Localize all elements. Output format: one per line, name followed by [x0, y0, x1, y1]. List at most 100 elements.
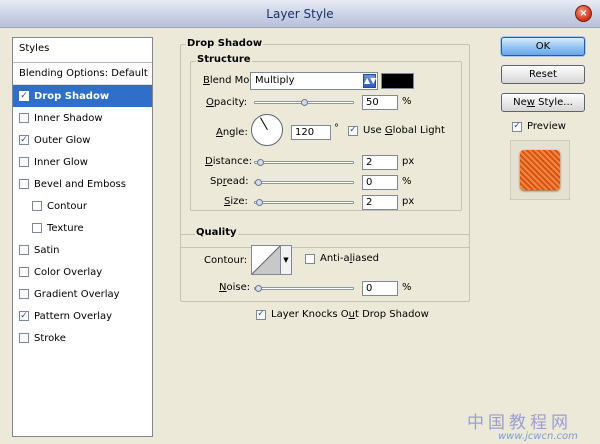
- style-item-label: Outer Glow: [34, 134, 91, 146]
- anti-aliased[interactable]: Anti-aliased: [305, 253, 379, 264]
- preview-swatch: [520, 150, 560, 190]
- style-item-texture[interactable]: Texture: [13, 217, 152, 239]
- style-item-color-overlay[interactable]: Color Overlay: [13, 261, 152, 283]
- distance-input[interactable]: 2: [362, 155, 398, 170]
- styles-header[interactable]: Styles: [13, 38, 152, 63]
- opacity-slider[interactable]: [254, 99, 354, 106]
- quality-title: Quality: [195, 227, 238, 238]
- style-item-outer-glow[interactable]: ✓ Outer Glow: [13, 129, 152, 151]
- contour-picker[interactable]: [251, 245, 281, 275]
- style-item-label: Contour: [47, 200, 87, 212]
- spread-input[interactable]: 0: [362, 175, 398, 190]
- style-items: ✓ Drop Shadow Inner Shadow ✓ Outer Glow Inner…: [13, 85, 152, 349]
- window-title: Layer Style: [266, 7, 334, 21]
- distance-slider-thumb[interactable]: [257, 159, 264, 166]
- opacity-unit: %: [402, 96, 412, 107]
- noise-slider[interactable]: [254, 285, 354, 292]
- noise-label: Noise:: [219, 282, 251, 293]
- style-item-label: Color Overlay: [34, 266, 103, 278]
- preview-toggle[interactable]: ✓ Preview: [512, 121, 566, 132]
- style-item-label: Inner Glow: [34, 156, 88, 168]
- style-item-label: Satin: [34, 244, 60, 256]
- noise-unit: %: [402, 282, 412, 293]
- contour-curve-icon: [251, 245, 281, 275]
- size-slider[interactable]: [254, 199, 354, 206]
- style-checkbox[interactable]: ✓: [19, 135, 29, 145]
- style-item-inner-shadow[interactable]: Inner Shadow: [13, 107, 152, 129]
- size-slider-thumb[interactable]: [256, 199, 263, 206]
- style-checkbox[interactable]: [19, 333, 29, 343]
- watermark-logo: 中国教程网: [467, 413, 572, 433]
- opacity-label: Opacity:: [206, 97, 248, 108]
- style-item-contour[interactable]: Contour: [13, 195, 152, 217]
- reset-button[interactable]: Reset: [501, 65, 585, 84]
- knockout-label: Layer Knocks Out Drop Shadow: [271, 309, 429, 320]
- preview-label: Preview: [527, 121, 566, 132]
- style-checkbox[interactable]: [19, 113, 29, 123]
- size-unit: px: [402, 196, 415, 207]
- style-item-label: Inner Shadow: [34, 112, 103, 124]
- knockout-checkbox[interactable]: ✓: [256, 309, 266, 320]
- blending-options-item[interactable]: Blending Options: Default: [13, 63, 152, 85]
- preview-checkbox[interactable]: ✓: [512, 121, 522, 132]
- spread-label: Spread:: [210, 176, 249, 187]
- contour-label: Contour:: [204, 255, 248, 266]
- global-light-label: Use Global Light: [363, 125, 445, 136]
- shadow-color-swatch[interactable]: [381, 73, 414, 89]
- style-item-inner-glow[interactable]: Inner Glow: [13, 151, 152, 173]
- style-item-label: Texture: [47, 222, 84, 234]
- anti-aliased-checkbox[interactable]: [305, 253, 315, 264]
- noise-input[interactable]: 0: [362, 281, 398, 296]
- angle-dial[interactable]: [251, 114, 283, 146]
- styles-list: Styles Blending Options: Default ✓ Drop S…: [12, 37, 153, 437]
- ok-button[interactable]: OK: [501, 37, 585, 56]
- size-input[interactable]: 2: [362, 195, 398, 210]
- style-checkbox[interactable]: ✓: [19, 311, 29, 321]
- use-global-light[interactable]: ✓ Use Global Light: [348, 125, 445, 136]
- style-item-gradient-overlay[interactable]: Gradient Overlay: [13, 283, 152, 305]
- angle-needle: [260, 117, 268, 130]
- drop-shadow-title: Drop Shadow: [186, 38, 264, 49]
- style-item-label: Bevel and Emboss: [34, 178, 126, 190]
- opacity-slider-thumb[interactable]: [301, 99, 308, 106]
- style-checkbox[interactable]: [19, 157, 29, 167]
- blend-mode-select[interactable]: Multiply ▲▼: [250, 72, 378, 90]
- blend-mode-value: Multiply: [255, 75, 295, 86]
- size-label: Size:: [224, 196, 248, 207]
- layer-knocks-out[interactable]: ✓ Layer Knocks Out Drop Shadow: [256, 309, 429, 320]
- angle-input[interactable]: 120: [291, 125, 331, 140]
- title-bar: Layer Style ×: [0, 0, 600, 28]
- style-item-pattern-overlay[interactable]: ✓ Pattern Overlay: [13, 305, 152, 327]
- close-button[interactable]: ×: [575, 5, 592, 22]
- spread-slider[interactable]: [254, 179, 354, 186]
- style-item-label: Stroke: [34, 332, 66, 344]
- style-checkbox[interactable]: [19, 267, 29, 277]
- close-icon: ×: [579, 8, 588, 19]
- spread-slider-thumb[interactable]: [255, 179, 262, 186]
- style-item-stroke[interactable]: Stroke: [13, 327, 152, 349]
- chevron-down-icon: ▼: [283, 256, 289, 264]
- global-light-checkbox[interactable]: ✓: [348, 125, 358, 136]
- style-checkbox[interactable]: [19, 179, 29, 189]
- contour-dropdown-button[interactable]: ▼: [281, 245, 292, 275]
- distance-unit: px: [402, 156, 415, 167]
- distance-slider[interactable]: [254, 159, 354, 166]
- noise-slider-thumb[interactable]: [255, 285, 262, 292]
- style-item-bevel-and-emboss[interactable]: Bevel and Emboss: [13, 173, 152, 195]
- anti-aliased-label: Anti-aliased: [320, 253, 380, 264]
- style-item-satin[interactable]: Satin: [13, 239, 152, 261]
- structure-title: Structure: [196, 54, 252, 65]
- opacity-input[interactable]: 50: [362, 95, 398, 110]
- style-item-label: Gradient Overlay: [34, 288, 120, 300]
- style-checkbox[interactable]: [19, 245, 29, 255]
- style-item-drop-shadow[interactable]: ✓ Drop Shadow: [13, 85, 152, 107]
- preview-thumbnail: [510, 140, 570, 200]
- angle-label: Angle:: [216, 127, 248, 138]
- style-checkbox[interactable]: ✓: [19, 91, 29, 101]
- spread-unit: %: [402, 176, 412, 187]
- angle-unit: °: [334, 123, 339, 134]
- style-checkbox[interactable]: [32, 201, 42, 211]
- new-style-button[interactable]: New Style...: [501, 93, 585, 112]
- style-checkbox[interactable]: [32, 223, 42, 233]
- style-checkbox[interactable]: [19, 289, 29, 299]
